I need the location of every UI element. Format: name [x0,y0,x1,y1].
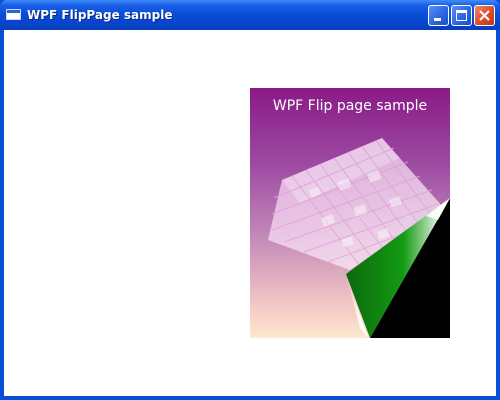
close-icon [479,10,490,21]
page-artwork [268,138,450,338]
minimize-icon [434,18,441,21]
window-title: WPF FlipPage sample [27,8,173,22]
close-button[interactable] [474,5,495,26]
minimize-button[interactable] [428,5,449,26]
window-icon[interactable] [6,9,21,20]
page-title: WPF Flip page sample [272,98,428,114]
app-window: WPF FlipPage sample WPF Flip page sample [0,0,500,400]
maximize-icon [456,10,467,21]
maximize-button[interactable] [451,5,472,26]
client-area: WPF Flip page sample [4,30,496,396]
flip-page[interactable]: WPF Flip page sample [250,88,450,338]
title-bar[interactable]: WPF FlipPage sample [0,0,500,30]
